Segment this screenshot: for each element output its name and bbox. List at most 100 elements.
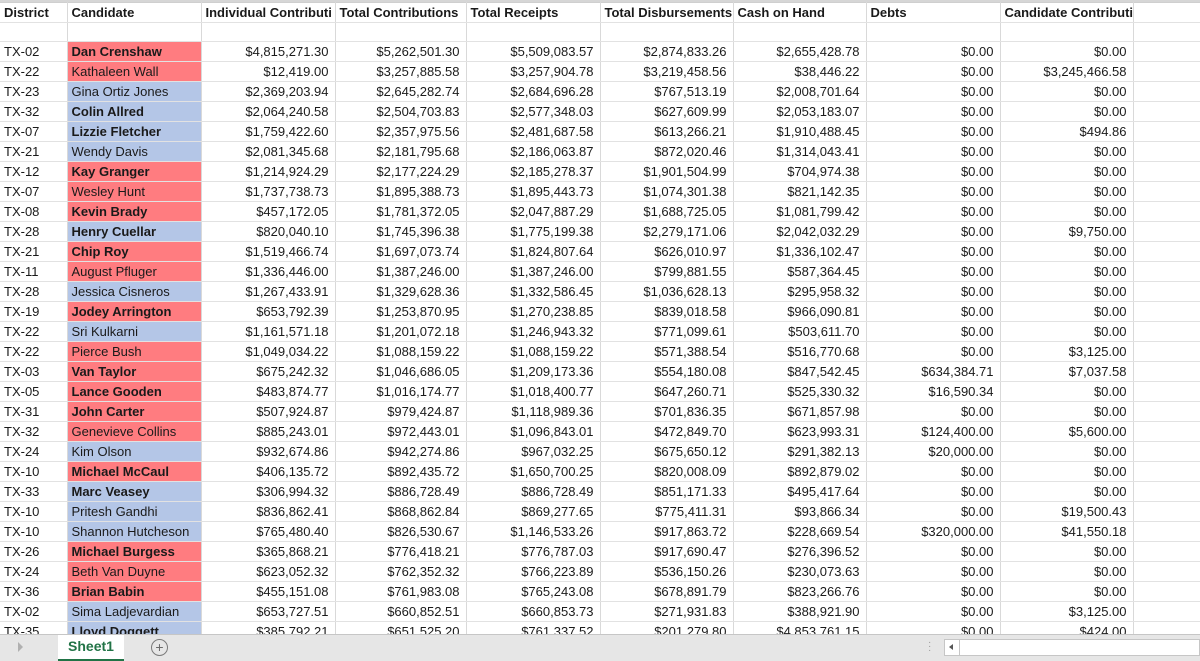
total-contributions-cell[interactable]: $2,357,975.56 xyxy=(335,121,467,142)
cell[interactable] xyxy=(1133,461,1200,482)
total-contributions-cell[interactable]: $886,728.49 xyxy=(335,481,467,502)
cash-on-hand-cell[interactable]: $495,417.64 xyxy=(733,481,867,502)
debts-cell[interactable]: $0.00 xyxy=(866,481,1001,502)
debts-cell[interactable]: $0.00 xyxy=(866,341,1001,362)
cell[interactable] xyxy=(1133,381,1200,402)
individual-contributions-cell[interactable]: $885,243.01 xyxy=(201,421,336,442)
district-cell[interactable]: TX-10 xyxy=(0,521,68,542)
candidate-contributions-cell[interactable]: $0.00 xyxy=(1000,561,1134,582)
total-contributions-cell[interactable]: $660,852.51 xyxy=(335,601,467,622)
cell[interactable] xyxy=(1133,321,1200,342)
candidate-contributions-cell[interactable]: $0.00 xyxy=(1000,401,1134,422)
cash-on-hand-cell[interactable]: $525,330.32 xyxy=(733,381,867,402)
individual-contributions-cell[interactable]: $1,267,433.91 xyxy=(201,281,336,302)
cell[interactable] xyxy=(733,22,867,42)
district-cell[interactable]: TX-22 xyxy=(0,341,68,362)
total-contributions-cell[interactable]: $972,443.01 xyxy=(335,421,467,442)
candidate-contributions-cell[interactable]: $0.00 xyxy=(1000,161,1134,182)
cell[interactable] xyxy=(1133,81,1200,102)
cash-on-hand-cell[interactable]: $228,669.54 xyxy=(733,521,867,542)
debts-cell[interactable]: $634,384.71 xyxy=(866,361,1001,382)
total-receipts-cell[interactable]: $2,481,687.58 xyxy=(466,121,601,142)
cash-on-hand-cell[interactable]: $2,655,428.78 xyxy=(733,41,867,62)
individual-contributions-cell[interactable]: $507,924.87 xyxy=(201,401,336,422)
candidate-cell[interactable]: Jessica Cisneros xyxy=(67,281,202,302)
total-contributions-cell[interactable]: $1,745,396.38 xyxy=(335,221,467,242)
total-contributions-cell[interactable]: $892,435.72 xyxy=(335,461,467,482)
cash-on-hand-cell[interactable]: $388,921.90 xyxy=(733,601,867,622)
candidate-contributions-cell[interactable]: $3,125.00 xyxy=(1000,601,1134,622)
total-receipts-cell[interactable]: $1,209,173.36 xyxy=(466,361,601,382)
total-contributions-cell[interactable]: $3,257,885.58 xyxy=(335,61,467,82)
cell[interactable] xyxy=(335,22,467,42)
header-total-receipts[interactable]: Total Receipts xyxy=(466,2,601,23)
total-receipts-cell[interactable]: $1,650,700.25 xyxy=(466,461,601,482)
district-cell[interactable]: TX-22 xyxy=(0,321,68,342)
cell[interactable] xyxy=(201,22,336,42)
candidate-contributions-cell[interactable]: $0.00 xyxy=(1000,441,1134,462)
cell[interactable] xyxy=(1133,22,1200,42)
total-disbursements-cell[interactable]: $1,036,628.13 xyxy=(600,281,734,302)
debts-cell[interactable]: $0.00 xyxy=(866,541,1001,562)
candidate-cell[interactable]: Kathaleen Wall xyxy=(67,61,202,82)
candidate-contributions-cell[interactable]: $0.00 xyxy=(1000,201,1134,222)
candidate-cell[interactable]: Lizzie Fletcher xyxy=(67,121,202,142)
total-receipts-cell[interactable]: $1,088,159.22 xyxy=(466,341,601,362)
individual-contributions-cell[interactable]: $483,874.77 xyxy=(201,381,336,402)
cell[interactable] xyxy=(1133,201,1200,222)
debts-cell[interactable]: $0.00 xyxy=(866,321,1001,342)
cash-on-hand-cell[interactable]: $1,910,488.45 xyxy=(733,121,867,142)
district-cell[interactable]: TX-12 xyxy=(0,161,68,182)
candidate-contributions-cell[interactable]: $3,125.00 xyxy=(1000,341,1134,362)
district-cell[interactable]: TX-10 xyxy=(0,501,68,522)
total-contributions-cell[interactable]: $2,181,795.68 xyxy=(335,141,467,162)
candidate-cell[interactable]: Henry Cuellar xyxy=(67,221,202,242)
candidate-cell[interactable]: Wesley Hunt xyxy=(67,181,202,202)
cell[interactable] xyxy=(1133,281,1200,302)
individual-contributions-cell[interactable]: $365,868.21 xyxy=(201,541,336,562)
header-total-disbursements[interactable]: Total Disbursements xyxy=(600,2,734,23)
debts-cell[interactable]: $20,000.00 xyxy=(866,441,1001,462)
cell[interactable] xyxy=(1133,401,1200,422)
cash-on-hand-cell[interactable]: $823,266.76 xyxy=(733,581,867,602)
district-cell[interactable]: TX-10 xyxy=(0,461,68,482)
candidate-contributions-cell[interactable]: $0.00 xyxy=(1000,81,1134,102)
debts-cell[interactable]: $16,590.34 xyxy=(866,381,1001,402)
candidate-contributions-cell[interactable]: $0.00 xyxy=(1000,101,1134,122)
cell[interactable] xyxy=(1133,121,1200,142)
cash-on-hand-cell[interactable]: $671,857.98 xyxy=(733,401,867,422)
total-contributions-cell[interactable]: $762,352.32 xyxy=(335,561,467,582)
district-cell[interactable]: TX-22 xyxy=(0,61,68,82)
total-disbursements-cell[interactable]: $2,279,171.06 xyxy=(600,221,734,242)
cash-on-hand-cell[interactable]: $2,008,701.64 xyxy=(733,81,867,102)
candidate-contributions-cell[interactable]: $0.00 xyxy=(1000,541,1134,562)
cash-on-hand-cell[interactable]: $295,958.32 xyxy=(733,281,867,302)
total-disbursements-cell[interactable]: $678,891.79 xyxy=(600,581,734,602)
individual-contributions-cell[interactable]: $653,792.39 xyxy=(201,301,336,322)
total-disbursements-cell[interactable]: $851,171.33 xyxy=(600,481,734,502)
debts-cell[interactable]: $0.00 xyxy=(866,61,1001,82)
cell[interactable] xyxy=(1133,441,1200,462)
candidate-contributions-cell[interactable]: $0.00 xyxy=(1000,261,1134,282)
candidate-cell[interactable]: John Carter xyxy=(67,401,202,422)
individual-contributions-cell[interactable]: $455,151.08 xyxy=(201,581,336,602)
district-cell[interactable]: TX-03 xyxy=(0,361,68,382)
total-receipts-cell[interactable]: $2,047,887.29 xyxy=(466,201,601,222)
total-contributions-cell[interactable]: $1,253,870.95 xyxy=(335,301,467,322)
cell[interactable] xyxy=(1133,361,1200,382)
candidate-cell[interactable]: Gina Ortiz Jones xyxy=(67,81,202,102)
total-disbursements-cell[interactable]: $820,008.09 xyxy=(600,461,734,482)
total-receipts-cell[interactable]: $1,824,807.64 xyxy=(466,241,601,262)
debts-cell[interactable]: $0.00 xyxy=(866,121,1001,142)
total-receipts-cell[interactable]: $765,243.08 xyxy=(466,581,601,602)
debts-cell[interactable]: $124,400.00 xyxy=(866,421,1001,442)
cell[interactable] xyxy=(1133,181,1200,202)
candidate-contributions-cell[interactable]: $0.00 xyxy=(1000,381,1134,402)
total-contributions-cell[interactable]: $1,781,372.05 xyxy=(335,201,467,222)
cell[interactable] xyxy=(1133,521,1200,542)
debts-cell[interactable]: $0.00 xyxy=(866,461,1001,482)
district-cell[interactable]: TX-05 xyxy=(0,381,68,402)
candidate-cell[interactable]: Brian Babin xyxy=(67,581,202,602)
district-cell[interactable]: TX-02 xyxy=(0,41,68,62)
candidate-cell[interactable]: Michael McCaul xyxy=(67,461,202,482)
